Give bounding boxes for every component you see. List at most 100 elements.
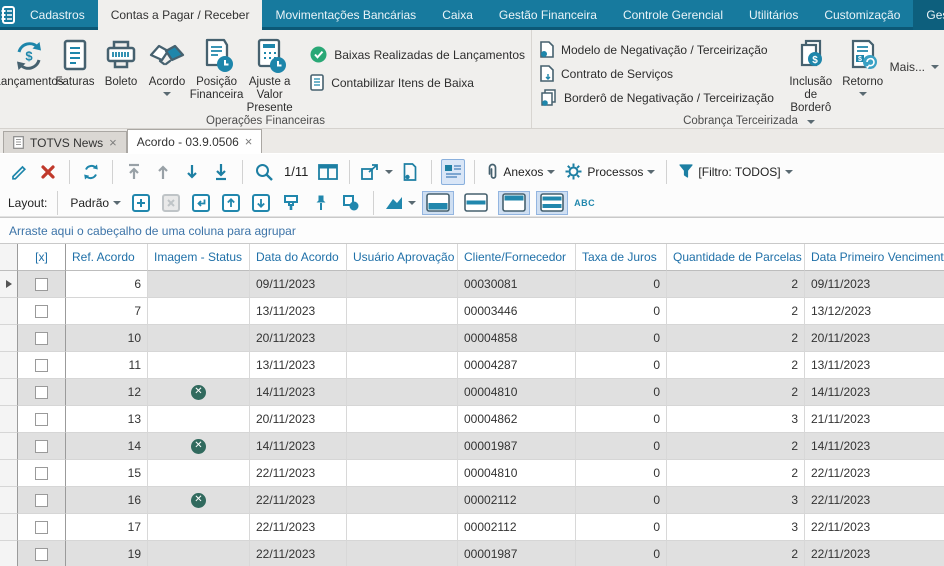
- close-icon[interactable]: ×: [245, 134, 253, 149]
- column-chooser-button[interactable]: [316, 159, 340, 185]
- move-down-button[interactable]: [249, 190, 273, 216]
- row-checkbox[interactable]: [35, 520, 48, 534]
- row-checkbox[interactable]: [35, 466, 48, 480]
- contabilizar-itens-button[interactable]: Contabilizar Itens de Baixa: [310, 74, 525, 91]
- remove-row-button-disabled[interactable]: [159, 190, 183, 216]
- baixas-realizadas-button[interactable]: Baixas Realizadas de Lançamentos: [310, 46, 525, 63]
- ribbon-group-operacoes-financeiras: $ Lançamentos Faturas Boleto Acordo Posi…: [0, 30, 531, 128]
- row-checkbox[interactable]: [35, 412, 48, 426]
- return-action-button[interactable]: [189, 190, 213, 216]
- panel-layout-top-toggle[interactable]: [498, 190, 531, 215]
- abc-spellcheck-button[interactable]: ABC: [574, 198, 595, 208]
- previous-record-button[interactable]: [151, 159, 175, 185]
- grid-row-19[interactable]: 19 22/11/2023 00001987 0 2 22/11/2023: [0, 541, 944, 566]
- quantidade-parcelas-cell: 3: [667, 487, 805, 514]
- refresh-button[interactable]: [79, 159, 103, 185]
- imagem-status-cell: ✕: [148, 379, 250, 406]
- shape-style-button[interactable]: [339, 190, 363, 216]
- paint-format-button[interactable]: [279, 190, 303, 216]
- panel-layout-split-toggle[interactable]: [536, 190, 569, 215]
- row-checkbox[interactable]: [35, 304, 48, 318]
- row-checkbox[interactable]: [35, 547, 48, 561]
- menu-item-customiza-o[interactable]: Customização: [811, 0, 913, 30]
- filtro-label: [Filtro: TODOS]: [698, 164, 781, 179]
- edit-button[interactable]: [7, 159, 31, 185]
- row-checkbox[interactable]: [35, 493, 48, 507]
- grid-row-11[interactable]: 11 13/11/2023 00004287 0 2 13/11/2023: [0, 352, 944, 379]
- row-checkbox[interactable]: [35, 331, 48, 345]
- row-indicator-cell: [0, 298, 18, 325]
- processos-button[interactable]: Processos: [562, 159, 657, 185]
- next-record-button[interactable]: [180, 159, 204, 185]
- column-header-imagem-status[interactable]: Imagem - Status: [148, 244, 250, 271]
- last-record-button[interactable]: [209, 159, 233, 185]
- report-button[interactable]: [398, 159, 422, 185]
- barcode-printer-icon: [103, 36, 139, 76]
- cliente-fornecedor-cell: 00004810: [458, 379, 576, 406]
- grid-row-17[interactable]: 17 22/11/2023 00002112 0 3 22/11/2023: [0, 514, 944, 541]
- chart-button[interactable]: [384, 190, 417, 216]
- bordero-negativacao-button[interactable]: Borderô de Negativação / Terceirização: [540, 89, 774, 106]
- data-acordo-cell: 14/11/2023: [250, 433, 347, 460]
- layout-preset-dropdown[interactable]: Padrão: [68, 190, 123, 216]
- grid-row-7[interactable]: 7 13/11/2023 00003446 0 2 13/12/2023: [0, 298, 944, 325]
- menu-item-cadastros[interactable]: Cadastros: [17, 0, 98, 30]
- first-record-button[interactable]: [122, 159, 146, 185]
- menu-item-gest-o-financeira[interactable]: Gestão Financeira: [486, 0, 610, 30]
- app-menu-button[interactable]: [0, 0, 17, 30]
- lancamentos-button[interactable]: $ Lançamentos: [0, 34, 64, 91]
- delete-button[interactable]: [36, 159, 60, 185]
- acordo-label: Acordo: [148, 76, 186, 88]
- menu-item-utilit-rios[interactable]: Utilitários: [736, 0, 811, 30]
- pin-button[interactable]: [309, 190, 333, 216]
- column-header-quantidade-de-parcelas[interactable]: Quantidade de Parcelas: [667, 244, 805, 271]
- filtro-button[interactable]: [Filtro: TODOS]: [676, 159, 794, 185]
- grid-row-6[interactable]: 6 09/11/2023 00030081 0 2 09/11/2023: [0, 271, 944, 298]
- row-checkbox[interactable]: [35, 385, 48, 399]
- faturas-button[interactable]: Faturas: [52, 34, 98, 91]
- menu-item-caixa[interactable]: Caixa: [429, 0, 486, 30]
- grid-row-12[interactable]: 12 ✕ 14/11/2023 00004810 0 2 14/11/2023: [0, 379, 944, 406]
- row-checkbox[interactable]: [35, 439, 48, 453]
- boleto-button[interactable]: Boleto: [98, 34, 144, 91]
- details-view-toggle[interactable]: [441, 158, 466, 185]
- grid-row-14[interactable]: 14 ✕ 14/11/2023 00001987 0 2 14/11/2023: [0, 433, 944, 460]
- move-up-button[interactable]: [219, 190, 243, 216]
- add-row-button[interactable]: [129, 190, 153, 216]
- contrato-servicos-button[interactable]: Contrato de Serviços: [540, 65, 774, 82]
- column-header-usu-rio-aprova-o[interactable]: Usuário Aprovação: [347, 244, 458, 271]
- column-header-cliente-fornecedor[interactable]: Cliente/Fornecedor: [458, 244, 576, 271]
- data-primeiro-vencimento-cell: 22/11/2023: [805, 460, 944, 487]
- grid-row-13[interactable]: 13 20/11/2023 00004862 0 3 21/11/2023: [0, 406, 944, 433]
- ajuste-valor-presente-button[interactable]: Ajuste a Valor Presente: [243, 34, 296, 117]
- row-checkbox[interactable]: [35, 277, 48, 291]
- column-header-ref-acordo[interactable]: Ref. Acordo: [66, 244, 148, 271]
- data-primeiro-vencimento-cell: 22/11/2023: [805, 541, 944, 566]
- grid-row-16[interactable]: 16 ✕ 22/11/2023 00002112 0 3 22/11/2023: [0, 487, 944, 514]
- menu-item-gest-o[interactable]: Gestão: [913, 0, 944, 30]
- tab-totvs-news[interactable]: TOTVS News ×: [3, 131, 127, 153]
- grid-row-15[interactable]: 15 22/11/2023 00004810 0 2 22/11/2023: [0, 460, 944, 487]
- grid-row-10[interactable]: 10 20/11/2023 00004858 0 2 20/11/2023: [0, 325, 944, 352]
- posicao-financeira-button[interactable]: Posição Financeira: [190, 34, 243, 104]
- menu-item-movimenta-es-banc-rias[interactable]: Movimentações Bancárias: [262, 0, 429, 30]
- close-icon[interactable]: ×: [109, 135, 117, 150]
- panel-layout-middle-toggle[interactable]: [460, 191, 492, 215]
- panel-layout-bottom-toggle[interactable]: [422, 190, 455, 215]
- column-header-data-do-acordo[interactable]: Data do Acordo: [250, 244, 347, 271]
- search-button[interactable]: [252, 159, 276, 185]
- mais-button[interactable]: Mais...: [886, 60, 943, 74]
- modelo-negativacao-button[interactable]: Modelo de Negativação / Terceirização: [540, 41, 774, 58]
- column-header-data-primeiro-vencimento[interactable]: Data Primeiro Vencimento: [805, 244, 944, 271]
- row-checkbox[interactable]: [35, 358, 48, 372]
- acordo-button[interactable]: Acordo: [144, 34, 190, 98]
- tab-acordo[interactable]: Acordo - 03.9.0506 ×: [126, 129, 263, 153]
- anexos-button[interactable]: Anexos: [484, 159, 557, 185]
- group-by-panel[interactable]: Arraste aqui o cabeçalho de uma coluna p…: [0, 217, 944, 244]
- menu-item-controle-gerencial[interactable]: Controle Gerencial: [610, 0, 736, 30]
- export-button[interactable]: [359, 159, 394, 185]
- menu-item-contas-a-pagar-receber[interactable]: Contas a Pagar / Receber: [97, 0, 263, 30]
- column-header-taxa-de-juros[interactable]: Taxa de Juros: [576, 244, 667, 271]
- retorno-button[interactable]: $ Retorno: [840, 34, 886, 98]
- column-header-x[interactable]: [x]: [18, 244, 66, 271]
